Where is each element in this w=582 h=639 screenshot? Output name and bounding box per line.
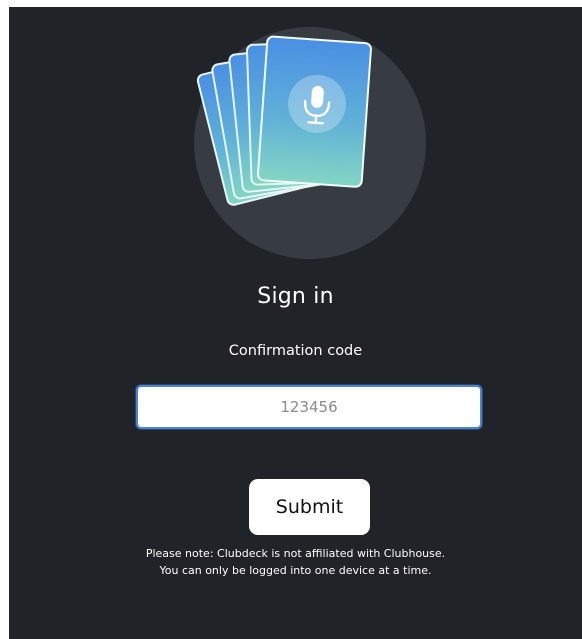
submit-button[interactable]: Submit xyxy=(249,479,370,535)
disclaimer-line-2: You can only be logged into one device a… xyxy=(159,564,432,577)
confirmation-code-input[interactable] xyxy=(136,385,482,429)
front-card xyxy=(256,35,372,188)
page-title: Sign in xyxy=(257,284,334,309)
disclaimer-note: Please note: Clubdeck is not affiliated … xyxy=(9,545,582,579)
disclaimer-line-1: Please note: Clubdeck is not affiliated … xyxy=(145,547,446,560)
signin-window: Sign in Confirmation code Submit Please … xyxy=(9,7,582,639)
app-logo xyxy=(194,27,426,259)
confirmation-code-label: Confirmation code xyxy=(228,343,363,359)
